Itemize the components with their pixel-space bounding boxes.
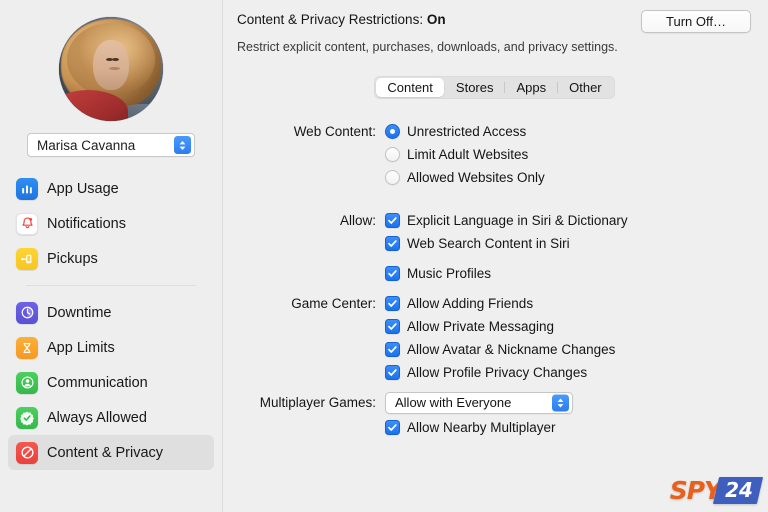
allow-row: Allow: Explicit Language in Siri & Dicti… xyxy=(237,210,752,284)
checkbox-row-music-profiles[interactable]: Music Profiles xyxy=(385,263,752,284)
clock-icon xyxy=(16,301,38,324)
checkbox-allow-adding-friends[interactable] xyxy=(385,296,400,311)
screen-time-window: Marisa Cavanna App Usage Notifications Pic… xyxy=(0,0,768,512)
nearby-multiplayer-label: Allow Nearby Multiplayer xyxy=(407,420,556,435)
sidebar-item-notifications[interactable]: Notifications xyxy=(8,206,214,241)
checkbox-row-web-search-content-in-siri[interactable]: Web Search Content in Siri xyxy=(385,233,752,254)
person-icon xyxy=(16,371,38,394)
sidebar-nav: App Usage Notifications Pickups Downtime App… xyxy=(0,171,222,470)
checkbox-label: Music Profiles xyxy=(407,266,492,281)
page-subtitle: Restrict explicit content, purchases, do… xyxy=(237,40,618,54)
content-pane: Content & Privacy Restrictions: On Turn … xyxy=(223,0,768,512)
sidebar-item-label: Content & Privacy xyxy=(47,444,164,461)
tab-stores[interactable]: Stores xyxy=(445,78,505,97)
multiplayer-row: Multiplayer Games: Allow with Everyone A… xyxy=(237,391,752,438)
bell-icon xyxy=(16,212,38,235)
bar-chart-icon xyxy=(16,177,38,200)
checkbox-allow-avatar-nickname-changes[interactable] xyxy=(385,342,400,357)
web-content-options: Unrestricted Access Limit Adult Websites A… xyxy=(385,121,752,188)
sidebar-item-label: App Usage xyxy=(47,180,119,197)
checkbox-label: Allow Profile Privacy Changes xyxy=(407,365,588,380)
sidebar-item-label: App Limits xyxy=(47,339,115,356)
sidebar-item-label: Always Allowed xyxy=(47,409,147,426)
sidebar-item-label: Downtime xyxy=(47,304,112,321)
sidebar-item-communication[interactable]: Communication xyxy=(8,365,214,400)
tab-bar: Content Stores Apps Other xyxy=(374,76,615,99)
tab-content[interactable]: Content xyxy=(376,78,444,97)
sidebar-item-downtime[interactable]: Downtime xyxy=(8,295,214,330)
radio-unrestricted-access[interactable] xyxy=(385,124,400,139)
page-title: Content & Privacy Restrictions: On xyxy=(237,10,446,27)
settings-form: Web Content: Unrestricted Access Limit Ad… xyxy=(237,121,752,438)
sidebar: Marisa Cavanna App Usage Notifications Pic… xyxy=(0,0,223,512)
turn-off-button[interactable]: Turn Off… xyxy=(641,10,751,33)
game-center-row: Game Center: Allow Adding Friends Allow P… xyxy=(237,293,752,383)
avatar-container xyxy=(0,17,222,121)
checkbox-music-profiles[interactable] xyxy=(385,266,400,281)
sidebar-item-app-usage[interactable]: App Usage xyxy=(8,171,214,206)
multiplayer-controls: Allow with Everyone Allow Nearby Multipl… xyxy=(385,391,752,438)
radio-limit-adult-websites[interactable] xyxy=(385,147,400,162)
radio-label: Unrestricted Access xyxy=(407,124,527,139)
tab-apps[interactable]: Apps xyxy=(505,78,557,97)
checkbox-row-allow-profile-privacy-changes[interactable]: Allow Profile Privacy Changes xyxy=(385,362,752,383)
checkbox-label: Allow Adding Friends xyxy=(407,296,534,311)
user-popup-button[interactable]: Marisa Cavanna xyxy=(27,133,195,157)
checkbox-label: Explicit Language in Siri & Dictionary xyxy=(407,213,628,228)
chevron-up-down-icon[interactable] xyxy=(174,136,191,154)
chevron-up-down-icon[interactable] xyxy=(552,394,569,411)
checkbox-label: Allow Private Messaging xyxy=(407,319,555,334)
multiplayer-popup-button[interactable]: Allow with Everyone xyxy=(385,391,573,414)
sidebar-item-label: Communication xyxy=(47,374,148,391)
checkbox-explicit-language-in-siri-dictionary[interactable] xyxy=(385,213,400,228)
sidebar-item-label: Notifications xyxy=(47,215,126,232)
checkmark-icon xyxy=(16,406,38,429)
game-center-label: Game Center: xyxy=(291,296,376,311)
checkbox-web-search-content-in-siri[interactable] xyxy=(385,236,400,251)
game-center-options: Allow Adding Friends Allow Private Messag… xyxy=(385,293,752,383)
sidebar-item-always-allowed[interactable]: Always Allowed xyxy=(8,400,214,435)
sidebar-item-app-limits[interactable]: App Limits xyxy=(8,330,214,365)
user-name-label: Marisa Cavanna xyxy=(37,137,136,153)
checkbox-row-allow-avatar-nickname-changes[interactable]: Allow Avatar & Nickname Changes xyxy=(385,339,752,360)
nearby-multiplayer-row[interactable]: Allow Nearby Multiplayer xyxy=(385,417,752,438)
tab-other[interactable]: Other xyxy=(558,78,613,97)
radio-row-unrestricted-access[interactable]: Unrestricted Access xyxy=(385,121,752,142)
spy24-watermark: SPY 24 xyxy=(670,476,764,504)
watermark-24-text: 24 xyxy=(725,477,754,502)
radio-row-limit-adult-websites[interactable]: Limit Adult Websites xyxy=(385,144,752,165)
no-entry-icon xyxy=(16,441,38,464)
radio-allowed-websites-only[interactable] xyxy=(385,170,400,185)
checkbox-label: Web Search Content in Siri xyxy=(407,236,570,251)
sidebar-item-content-privacy[interactable]: Content & Privacy xyxy=(8,435,214,470)
checkbox-row-explicit-language-in-siri-dictionary[interactable]: Explicit Language in Siri & Dictionary xyxy=(385,210,752,231)
radio-row-allowed-websites-only[interactable]: Allowed Websites Only xyxy=(385,167,752,188)
web-content-row: Web Content: Unrestricted Access Limit Ad… xyxy=(237,121,752,188)
checkbox-nearby-multiplayer[interactable] xyxy=(385,420,400,435)
sidebar-divider xyxy=(26,285,196,286)
page-title-prefix: Content & Privacy Restrictions: xyxy=(237,12,424,27)
multiplayer-label: Multiplayer Games: xyxy=(259,395,376,410)
checkbox-row-allow-adding-friends[interactable]: Allow Adding Friends xyxy=(385,293,752,314)
web-content-label: Web Content: xyxy=(293,124,376,139)
checkbox-allow-profile-privacy-changes[interactable] xyxy=(385,365,400,380)
checkbox-row-allow-private-messaging[interactable]: Allow Private Messaging xyxy=(385,316,752,337)
hourglass-icon xyxy=(16,336,38,359)
multiplayer-selected-value: Allow with Everyone xyxy=(395,395,512,410)
allow-label: Allow: xyxy=(339,213,376,228)
pickup-hand-icon xyxy=(16,247,38,270)
header-row: Content & Privacy Restrictions: On Turn … xyxy=(237,10,752,33)
user-name-row: Marisa Cavanna xyxy=(0,133,222,157)
sidebar-item-pickups[interactable]: Pickups xyxy=(8,241,214,276)
radio-label: Limit Adult Websites xyxy=(407,147,529,162)
radio-label: Allowed Websites Only xyxy=(407,170,545,185)
checkbox-label: Allow Avatar & Nickname Changes xyxy=(407,342,616,357)
watermark-24-badge: 24 xyxy=(713,476,764,504)
avatar xyxy=(59,17,163,121)
tab-bar-container: Content Stores Apps Other xyxy=(237,76,752,99)
checkbox-allow-private-messaging[interactable] xyxy=(385,319,400,334)
sidebar-item-label: Pickups xyxy=(47,250,98,267)
allow-options: Explicit Language in Siri & Dictionary We… xyxy=(385,210,752,284)
status-badge: On xyxy=(426,12,446,27)
